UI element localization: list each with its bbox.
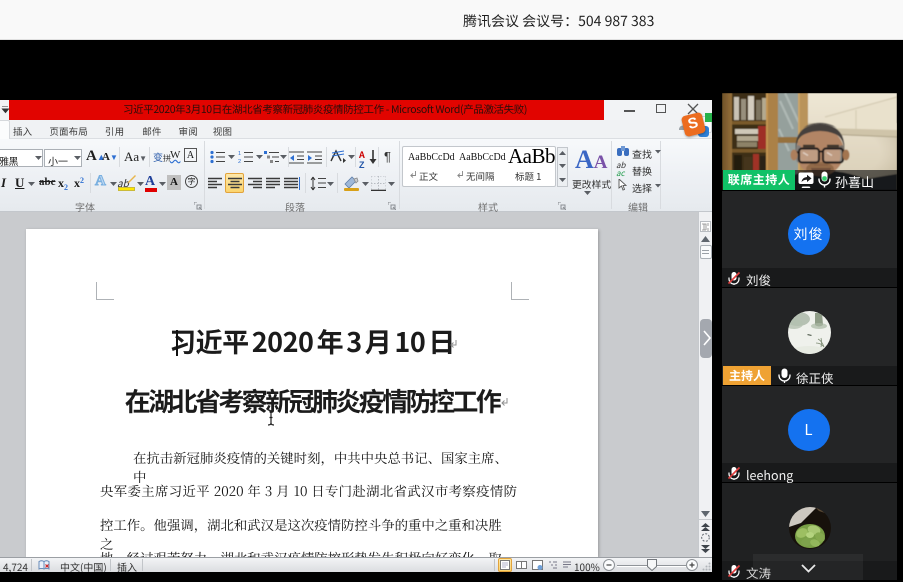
- svg-text:1: 1: [238, 151, 241, 157]
- svg-text:2: 2: [238, 159, 241, 164]
